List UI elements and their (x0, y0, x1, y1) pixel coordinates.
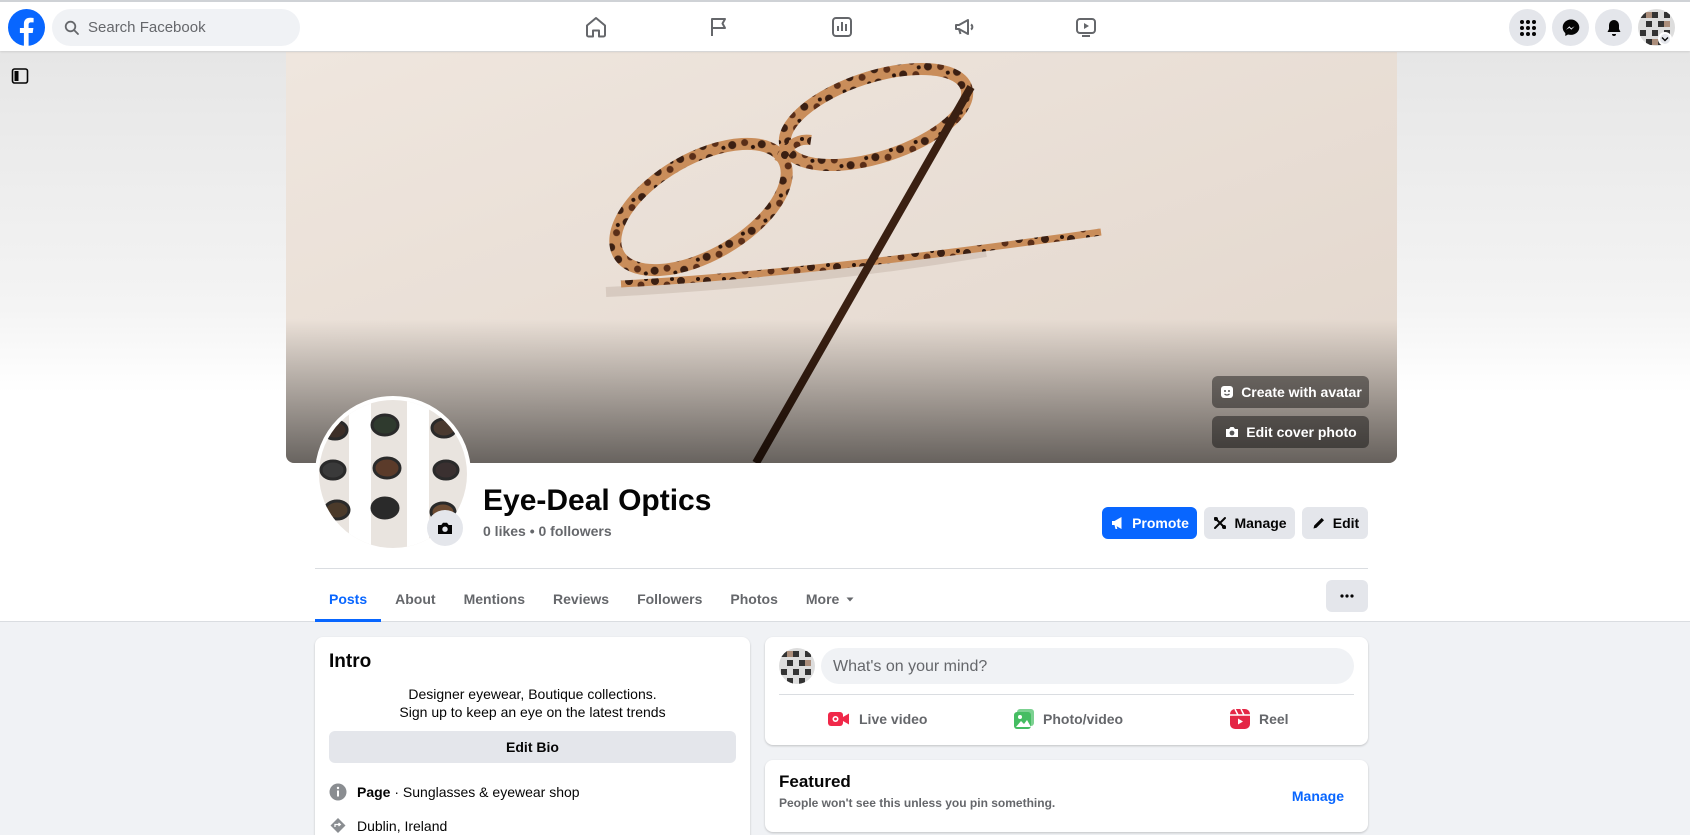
photo-video-icon (1013, 708, 1035, 730)
update-profile-picture-button[interactable] (427, 510, 463, 546)
reel-icon (1229, 708, 1251, 730)
tools-icon (1212, 515, 1228, 531)
composer-divider (779, 694, 1354, 695)
more-options-button[interactable] (1326, 580, 1368, 612)
promote-button[interactable]: Promote (1102, 507, 1197, 539)
tab-reviews[interactable]: Reviews (539, 576, 623, 622)
promote-label: Promote (1132, 515, 1189, 531)
header-divider (315, 568, 1368, 569)
facebook-logo-icon[interactable] (8, 9, 45, 46)
megaphone-icon (1110, 515, 1126, 531)
megaphone-icon[interactable] (949, 12, 979, 42)
create-with-avatar-button[interactable]: Create with avatar (1212, 376, 1369, 408)
edit-bio-button[interactable]: Edit Bio (329, 731, 736, 763)
featured-manage-button[interactable]: Manage (1282, 782, 1354, 810)
page-title: Eye-Deal Optics (483, 484, 712, 517)
photo-video-button[interactable]: Photo/video (1013, 701, 1123, 737)
featured-subtitle: People won't see this unless you pin som… (779, 796, 1056, 810)
account-menu-chevron-icon[interactable] (1658, 32, 1672, 46)
avatar-sticker-icon (1219, 384, 1235, 400)
reel-label: Reel (1259, 711, 1289, 727)
tab-posts[interactable]: Posts (315, 576, 382, 622)
tab-photos[interactable]: Photos (716, 576, 791, 622)
insights-icon[interactable] (827, 12, 857, 42)
sidebar-toggle-icon[interactable] (11, 67, 29, 85)
live-video-button[interactable]: Live video (827, 701, 927, 737)
intro-card: Intro Designer eyewear, Boutique collect… (315, 637, 750, 835)
whats-on-your-mind-input[interactable] (821, 648, 1354, 684)
featured-title: Featured (779, 772, 851, 791)
search-input[interactable] (88, 19, 288, 36)
composer-avatar[interactable] (779, 648, 815, 684)
caret-down-icon (845, 594, 855, 604)
messenger-icon[interactable] (1552, 9, 1589, 46)
tab-about[interactable]: About (381, 576, 449, 622)
create-with-avatar-label: Create with avatar (1241, 384, 1362, 400)
intro-title: Intro (329, 651, 372, 672)
live-video-icon (827, 709, 851, 729)
edit-cover-photo-button[interactable]: Edit cover photo (1212, 416, 1369, 448)
page-stats[interactable]: 0 likes • 0 followers (483, 523, 612, 539)
edit-label: Edit (1332, 515, 1360, 531)
intro-location-row: Dublin, Ireland (329, 817, 736, 835)
camera-icon (436, 519, 454, 537)
manage-button[interactable]: Manage (1204, 507, 1295, 539)
search-bar[interactable] (52, 9, 300, 46)
intro-category-row: Page · Sunglasses & eyewear shop (329, 783, 736, 801)
location-text[interactable]: Dublin, Ireland (357, 818, 447, 834)
bio-text: Designer eyewear, Boutique collections. … (329, 685, 736, 721)
post-composer-card: Live video Photo/video Reel (765, 637, 1368, 745)
home-icon[interactable] (581, 12, 611, 42)
bio-line-2: Sign up to keep an eye on the latest tre… (399, 704, 666, 720)
tab-more[interactable]: More (792, 576, 869, 622)
edit-cover-photo-label: Edit cover photo (1246, 424, 1357, 440)
bio-line-1: Designer eyewear, Boutique collections. (408, 686, 657, 702)
page-tabs: Posts About Mentions Reviews Followers P… (315, 576, 869, 622)
category-page-label: Page (357, 784, 391, 800)
tab-followers[interactable]: Followers (623, 576, 716, 622)
watch-icon[interactable] (1071, 12, 1101, 42)
search-icon (64, 20, 80, 36)
reel-button[interactable]: Reel (1229, 701, 1289, 737)
pencil-icon (1311, 515, 1327, 531)
category-type: · Sunglasses & eyewear shop (390, 784, 580, 800)
manage-label: Manage (1234, 515, 1287, 531)
live-video-label: Live video (859, 711, 928, 727)
photo-video-label: Photo/video (1043, 711, 1124, 727)
info-icon (329, 783, 347, 801)
menu-grid-icon[interactable] (1509, 9, 1546, 46)
flag-icon[interactable] (704, 12, 734, 42)
tab-more-label: More (805, 591, 840, 607)
featured-card: Featured People won't see this unless yo… (765, 760, 1368, 832)
bell-icon[interactable] (1595, 9, 1632, 46)
top-navigation-bar (0, 0, 1690, 51)
camera-icon (1224, 424, 1240, 440)
more-horizontal-icon (1339, 588, 1355, 604)
category-text: Page · Sunglasses & eyewear shop (357, 784, 580, 800)
location-pin-icon (329, 817, 347, 835)
tab-mentions[interactable]: Mentions (450, 576, 539, 622)
edit-button[interactable]: Edit (1302, 507, 1368, 539)
